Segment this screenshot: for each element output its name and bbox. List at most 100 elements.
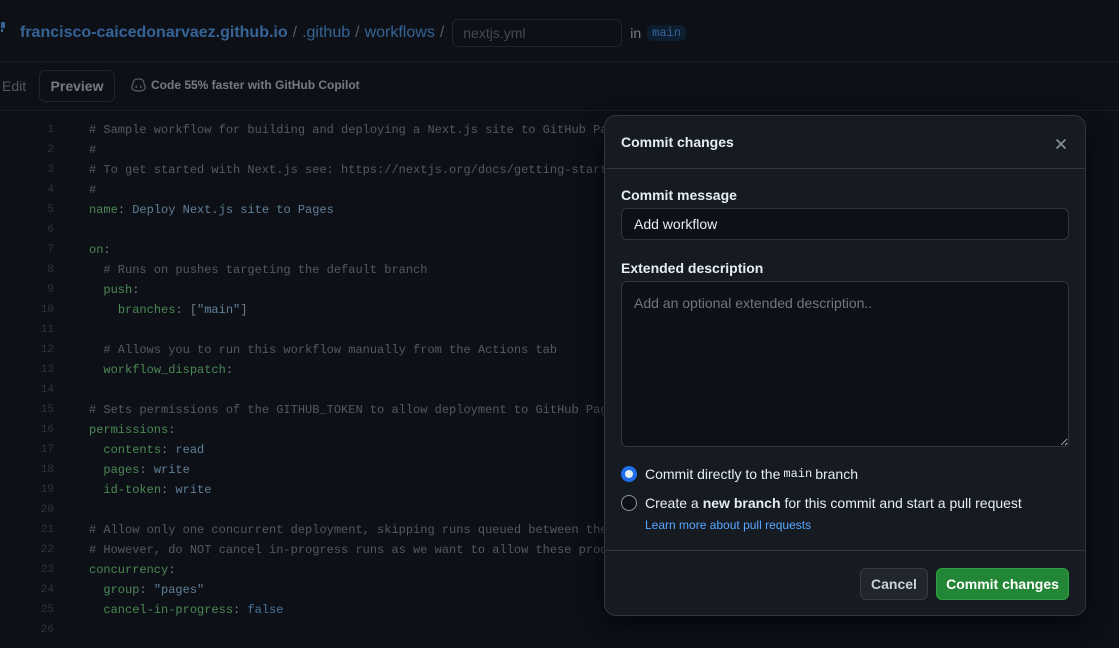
code-token: Deploy Next.js site to Pages (132, 203, 334, 217)
cancel-button[interactable]: Cancel (860, 568, 928, 600)
line-content: # Allows you to run this workflow manual… (89, 340, 557, 360)
line-number: 11 (40, 324, 54, 336)
line-content: # Runs on pushes targeting the default b… (89, 260, 427, 280)
dialog-footer: Cancel Commit changes (605, 550, 1085, 617)
line-content: permissions: (89, 420, 175, 440)
breadcrumb-repo-link[interactable]: francisco-caicedonarvaez.github.io (20, 24, 288, 42)
breadcrumb: francisco-caicedonarvaez.github.io / .gi… (20, 19, 686, 47)
line-content: branches: ["main"] (89, 300, 248, 320)
line-number: 13 (40, 364, 54, 376)
code-token: : (168, 563, 176, 577)
code-token: # (89, 183, 97, 197)
code-token: read (175, 443, 205, 457)
code-token: : (233, 603, 248, 617)
line-content: # (89, 180, 96, 200)
code-token: : (132, 283, 140, 297)
line-number: 17 (40, 444, 54, 456)
tab-edit[interactable]: Edit (2, 78, 26, 94)
line-number: 19 (40, 484, 54, 496)
line-number: 23 (40, 564, 54, 576)
learn-more-pull-requests-link[interactable]: Learn more about pull requests (645, 518, 811, 532)
extended-description-label: Extended description (621, 260, 764, 276)
code-token: "pages" (153, 583, 205, 597)
code-line: 26 (0, 620, 1119, 640)
breadcrumb-workflows-dir-link[interactable]: workflows (365, 24, 435, 42)
line-number: 5 (47, 204, 54, 216)
commit-direct-suffix: branch (815, 466, 858, 482)
line-number: 21 (40, 524, 54, 536)
dialog-title: Commit changes (621, 134, 734, 150)
line-content: id-token: write (89, 480, 211, 500)
line-number: 18 (40, 464, 54, 476)
code-token: : (103, 243, 111, 257)
line-content: name: Deploy Next.js site to Pages (89, 200, 334, 220)
new-branch-bold: new branch (702, 495, 781, 511)
code-token: write (153, 463, 190, 477)
code-token: : (139, 583, 154, 597)
commit-direct-option[interactable]: Commit directly to the main branch (621, 466, 858, 482)
code-token: contents (103, 443, 162, 457)
line-content: # Allow only one concurrent deployment, … (89, 520, 651, 540)
line-content: on: (89, 240, 111, 260)
commit-direct-radio[interactable] (621, 466, 637, 482)
line-number: 25 (40, 604, 54, 616)
copilot-promo-text: Code 55% faster with GitHub Copilot (151, 78, 360, 92)
line-content: # Sample workflow for building and deplo… (89, 120, 629, 140)
extended-description-textarea[interactable] (621, 281, 1069, 447)
code-token: # Sample workflow for building and deplo… (89, 123, 630, 137)
code-token: # To get started with Next.js see: https… (89, 163, 622, 177)
new-branch-radio[interactable] (621, 495, 637, 511)
branch-in-label: in (630, 25, 642, 41)
line-content: cancel-in-progress: false (89, 600, 283, 620)
code-token: : (139, 463, 154, 477)
code-token: # However, do NOT cancel in-progress run… (89, 543, 651, 557)
filename-input[interactable] (452, 19, 623, 47)
new-branch-suffix: for this commit and start a pull request (784, 495, 1022, 511)
line-number: 1 (47, 124, 54, 136)
breadcrumb-github-dir-link[interactable]: .github (302, 24, 350, 42)
code-token: cancel-in-progress (103, 603, 234, 617)
line-number: 20 (40, 504, 54, 516)
commit-message-input[interactable] (621, 208, 1069, 240)
line-number: 8 (47, 264, 54, 276)
line-number: 24 (40, 584, 54, 596)
code-token: : (168, 423, 176, 437)
tab-preview[interactable]: Preview (39, 70, 115, 102)
code-token: workflow_dispatch (103, 363, 226, 377)
copilot-promo-link[interactable]: Code 55% faster with GitHub Copilot (131, 78, 360, 92)
code-token: # Sets permissions of the GITHUB_TOKEN t… (89, 403, 622, 417)
line-content: pages: write (89, 460, 190, 480)
code-token: : (117, 203, 133, 217)
line-number: 6 (47, 224, 54, 236)
new-branch-text: Create a (645, 495, 699, 511)
code-token: write (175, 483, 212, 497)
line-number: 14 (40, 384, 54, 396)
code-token: permissions (89, 423, 169, 437)
code-token: : (161, 483, 176, 497)
commit-message-label: Commit message (621, 187, 737, 203)
dialog-header: Commit changes (605, 116, 1085, 169)
breadcrumb-separator: / (355, 24, 360, 41)
line-number: 9 (47, 284, 54, 296)
line-number: 15 (40, 404, 54, 416)
new-branch-option[interactable]: Create a new branch for this commit and … (621, 495, 1022, 511)
line-number: 26 (40, 624, 54, 636)
line-number: 4 (47, 184, 54, 196)
code-token: group (103, 583, 140, 597)
code-token: branches (117, 303, 176, 317)
line-number: 16 (40, 424, 54, 436)
code-token: : (225, 363, 234, 377)
commit-direct-text: Commit directly to the (645, 466, 781, 482)
code-token: id-token (103, 483, 162, 497)
code-token: # Allow only one concurrent deployment, … (89, 523, 651, 537)
commit-changes-button[interactable]: Commit changes (936, 568, 1069, 600)
close-icon[interactable] (1051, 134, 1071, 154)
code-token: # Runs on pushes targeting the default b… (89, 263, 428, 277)
line-content: # Sets permissions of the GITHUB_TOKEN t… (89, 400, 622, 420)
